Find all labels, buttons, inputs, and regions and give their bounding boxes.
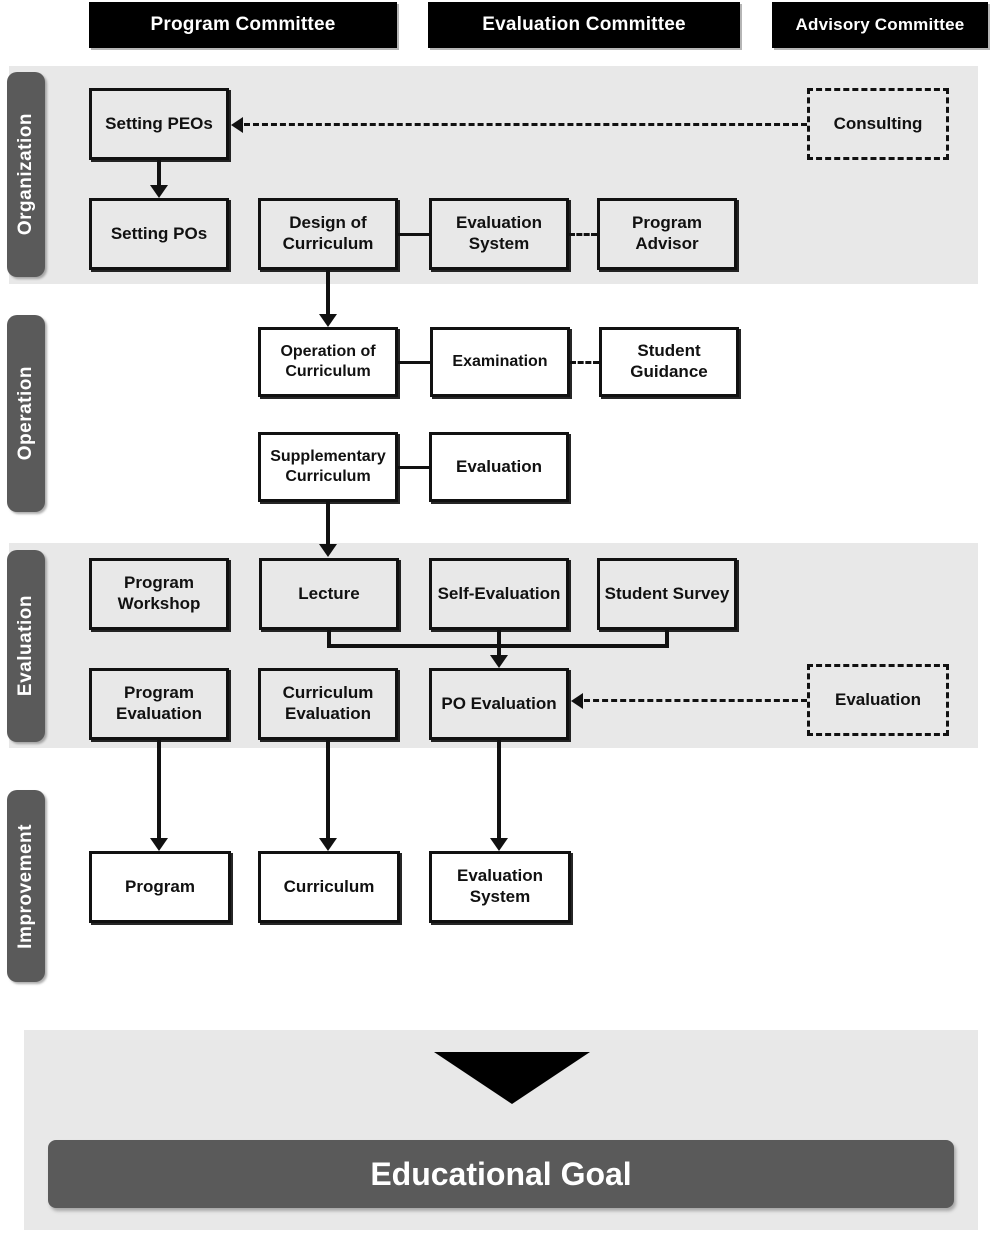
link-po-evaluation-to-evaluation-system (497, 740, 501, 842)
node-program-evaluation: Program Evaluation (89, 668, 229, 740)
node-program-advisor: Program Advisor (597, 198, 737, 270)
arrowhead-supplementary-to-lecture (319, 544, 337, 557)
node-student-guidance: Student Guidance (599, 327, 739, 397)
link-supplementary-to-lecture (326, 502, 330, 548)
node-evaluation-system-improvement-label: Evaluation System (457, 866, 543, 906)
arrowhead-bus-to-po-evaluation (490, 655, 508, 668)
link-program-evaluation-to-program (157, 740, 161, 842)
phase-label-improvement-text: Improvement (15, 823, 36, 949)
node-setting-peos: Setting PEOs (89, 88, 229, 160)
header-evaluation-committee-label: Evaluation Committee (482, 14, 686, 35)
header-advisory-committee: Advisory Committee (772, 2, 988, 48)
link-consulting-to-setting-peos (244, 123, 807, 126)
node-program: Program (89, 851, 231, 923)
link-supplementary-to-evaluation (398, 466, 429, 469)
node-supplementary-curriculum-label: Supplementary Curriculum (270, 448, 386, 485)
node-setting-pos-label: Setting POs (110, 223, 208, 243)
node-evaluation-supplementary-label: Evaluation (456, 456, 542, 476)
node-curriculum-evaluation: Curriculum Evaluation (258, 668, 398, 740)
node-consulting-label: Consulting (833, 113, 923, 133)
link-examination-to-student-guidance (570, 361, 599, 364)
node-consulting: Consulting (807, 88, 949, 160)
node-examination: Examination (430, 327, 570, 397)
node-self-evaluation-label: Self-Evaluation (437, 583, 561, 603)
node-student-survey-label: Student Survey (604, 583, 730, 603)
header-advisory-committee-label: Advisory Committee (795, 15, 965, 34)
node-operation-of-curriculum: Operation of Curriculum (258, 327, 398, 397)
phase-label-organization-text: Organization (15, 113, 36, 236)
link-curriculum-evaluation-to-curriculum (326, 740, 330, 842)
node-program-evaluation-label: Program Evaluation (116, 683, 202, 723)
phase-label-evaluation: Evaluation (7, 550, 45, 742)
node-curriculum-evaluation-label: Curriculum Evaluation (282, 683, 374, 723)
node-evaluation-system-organization: Evaluation System (429, 198, 569, 270)
arrowhead-program-evaluation-to-program (150, 838, 168, 851)
arrowhead-po-evaluation-to-evaluation-system (490, 838, 508, 851)
node-design-of-curriculum: Design of Curriculum (258, 198, 398, 270)
phase-label-operation-text: Operation (15, 366, 36, 461)
node-examination-label: Examination (452, 353, 548, 371)
link-setting-peos-to-setting-pos (157, 160, 161, 188)
link-design-to-evaluation-system (398, 233, 429, 236)
node-setting-pos: Setting POs (89, 198, 229, 270)
node-supplementary-curriculum: Supplementary Curriculum (258, 432, 398, 502)
node-po-evaluation: PO Evaluation (429, 668, 569, 740)
node-program-label: Program (125, 876, 195, 896)
node-operation-of-curriculum-label: Operation of Curriculum (280, 343, 376, 380)
arrowhead-setting-peos-to-setting-pos (150, 185, 168, 198)
node-evaluation-advisory: Evaluation (807, 664, 949, 736)
arrowhead-curriculum-evaluation-to-curriculum (319, 838, 337, 851)
node-design-of-curriculum-label: Design of Curriculum (282, 213, 374, 253)
header-program-committee-label: Program Committee (150, 14, 336, 35)
header-program-committee: Program Committee (89, 2, 397, 48)
node-setting-peos-label: Setting PEOs (105, 113, 213, 133)
node-po-evaluation-label: PO Evaluation (441, 693, 557, 713)
link-evaluation-system-to-program-advisor (569, 233, 597, 236)
link-design-to-operation-of-curriculum (326, 270, 330, 318)
node-program-advisor-label: Program Advisor (632, 213, 702, 253)
arrowhead-evaluation-advisory-to-po-evaluation (571, 693, 583, 709)
node-curriculum-label: Curriculum (283, 876, 375, 896)
phase-label-organization: Organization (7, 72, 45, 277)
node-curriculum: Curriculum (258, 851, 400, 923)
node-lecture-label: Lecture (298, 583, 360, 603)
header-evaluation-committee: Evaluation Committee (428, 2, 740, 48)
node-self-evaluation: Self-Evaluation (429, 558, 569, 630)
node-evaluation-advisory-label: Evaluation (835, 689, 921, 709)
phase-label-evaluation-text: Evaluation (15, 595, 36, 697)
educational-goal-label: Educational Goal (370, 1155, 632, 1192)
node-lecture: Lecture (259, 558, 399, 630)
phase-label-improvement: Improvement (7, 790, 45, 982)
phase-label-operation: Operation (7, 315, 45, 512)
link-evaluation-advisory-to-po-evaluation (584, 699, 807, 702)
node-program-workshop: Program Workshop (89, 558, 229, 630)
link-operation-to-examination (398, 361, 430, 364)
arrowhead-design-to-operation (319, 314, 337, 327)
diagram-canvas: Program Committee Evaluation Committee A… (0, 0, 1000, 1236)
node-evaluation-supplementary: Evaluation (429, 432, 569, 502)
arrowhead-consulting-to-setting-peos (231, 117, 243, 133)
node-evaluation-system-organization-label: Evaluation System (456, 213, 542, 253)
node-evaluation-system-improvement: Evaluation System (429, 851, 571, 923)
node-student-guidance-label: Student Guidance (630, 341, 708, 381)
educational-goal-bar: Educational Goal (48, 1140, 954, 1208)
node-student-survey: Student Survey (597, 558, 737, 630)
goal-down-arrow-icon (434, 1052, 590, 1104)
node-program-workshop-label: Program Workshop (117, 573, 201, 613)
